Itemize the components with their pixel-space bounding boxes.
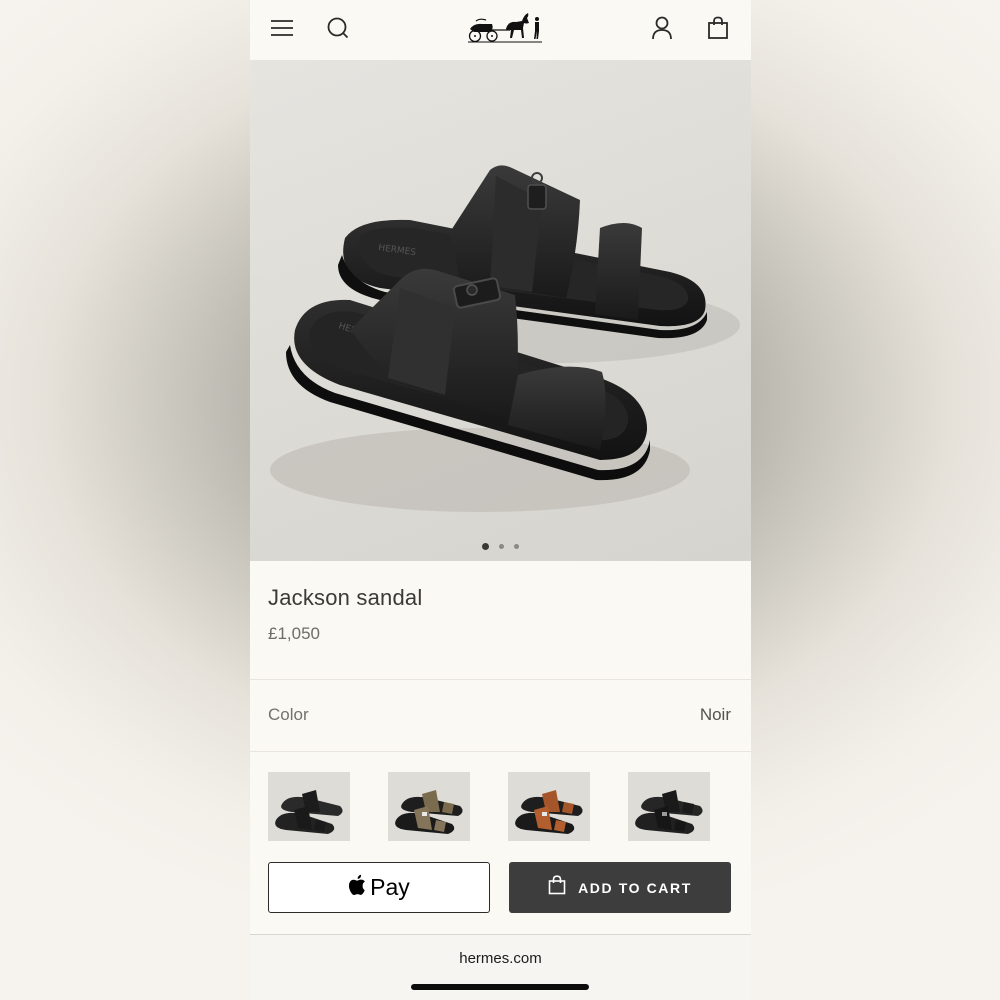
product-price: £1,050: [268, 624, 320, 643]
add-to-cart-button[interactable]: ADD TO CART: [509, 862, 731, 913]
hermes-logo[interactable]: [466, 9, 544, 43]
url-text[interactable]: hermes.com: [250, 950, 751, 967]
sandal-product-image: HERMES HERMES: [270, 165, 740, 512]
apple-pay-button[interactable]: Pay: [268, 862, 490, 913]
color-swatch-fauve[interactable]: [508, 772, 590, 841]
divider: [250, 751, 751, 752]
product-title: Jackson sandal: [268, 585, 423, 610]
divider: [250, 679, 751, 680]
color-swatch-black[interactable]: [628, 772, 710, 841]
search-icon[interactable]: [324, 14, 352, 42]
color-swatch-khaki[interactable]: [388, 772, 470, 841]
browser-url-bar[interactable]: hermes.com: [250, 934, 751, 1000]
color-label: Color: [268, 705, 309, 724]
carousel-dot-1[interactable]: [482, 542, 489, 550]
phone-screen: HERMES HERMES Jackson: [250, 0, 751, 1000]
carousel-pagination: [250, 541, 751, 551]
color-value: Noir: [699, 705, 731, 724]
shopping-bag-icon: [548, 875, 566, 900]
home-indicator[interactable]: [411, 984, 589, 990]
color-swatch-noir[interactable]: [268, 772, 350, 841]
top-navigation-bar: [250, 0, 751, 60]
product-image-carousel[interactable]: HERMES HERMES: [250, 60, 751, 561]
apple-logo-icon: [348, 874, 366, 901]
hamburger-menu-icon[interactable]: [268, 14, 296, 42]
add-to-cart-label: ADD TO CART: [578, 879, 692, 896]
apple-pay-label: Pay: [370, 874, 410, 900]
user-icon[interactable]: [648, 14, 676, 42]
shopping-bag-icon[interactable]: [704, 14, 732, 42]
carousel-dot-2[interactable]: [499, 543, 504, 549]
carousel-dot-3[interactable]: [514, 543, 519, 549]
